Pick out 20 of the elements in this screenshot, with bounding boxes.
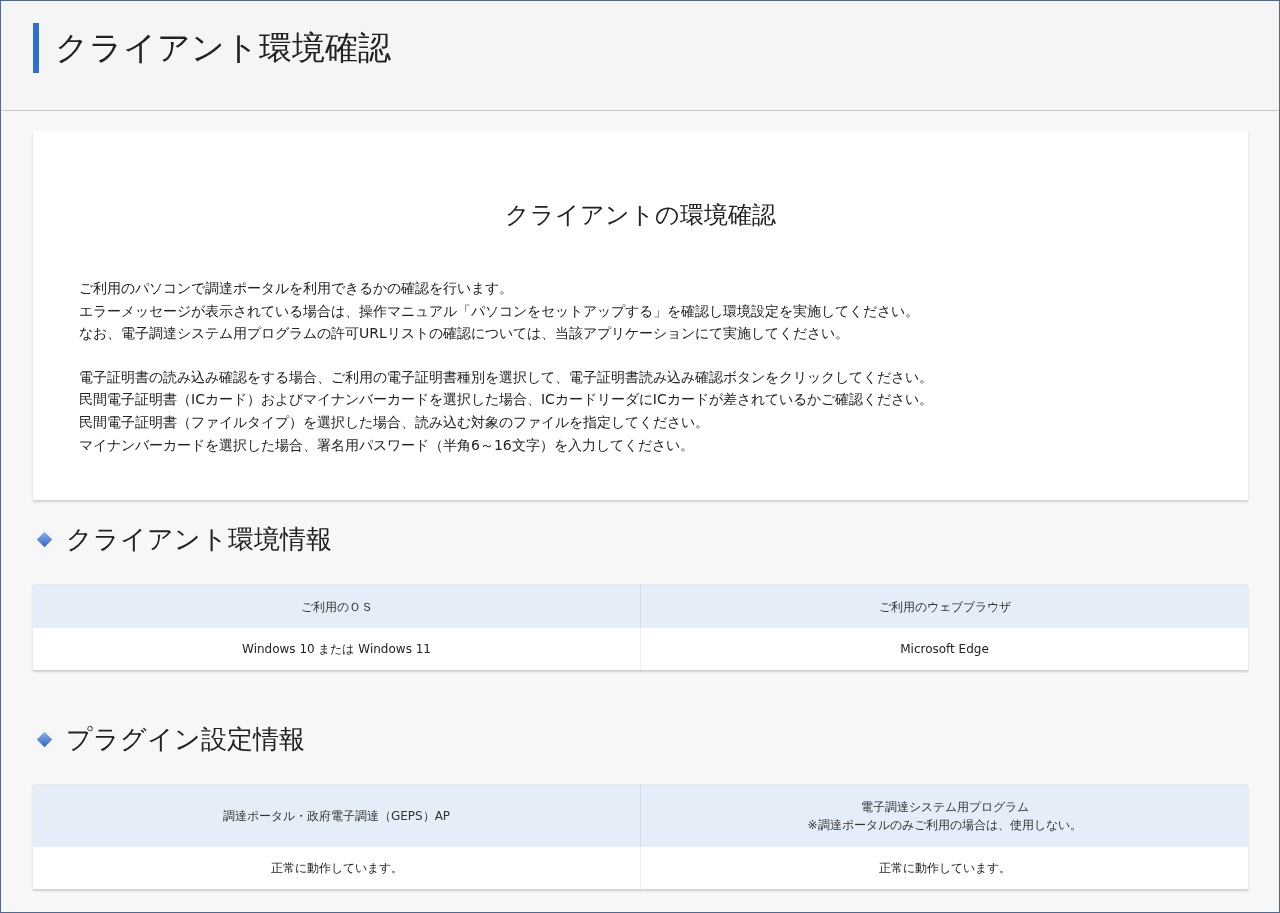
instruction-text: 民間電子証明書（ファイルタイプ）を選択した場合、読み込む対象のファイルを指定してください。 bbox=[79, 412, 709, 432]
card-title: クライアントの環境確認 bbox=[504, 200, 777, 231]
column-note: ※調達ポータルのみご利用の場合は、使用しない。 bbox=[806, 817, 1083, 835]
instruction-text: 電子証明書の読み込み確認をする場合、ご利用の電子証明書種別を選択して、電子証明書読み込み確認ボタンをクリックしてください。 bbox=[79, 367, 933, 387]
instruction-text: 民間電子証明書（ICカード）およびマイナンバーカードを選択した場合、ICカードリーダにICカードが差されているかご確認ください。 bbox=[79, 390, 933, 410]
instruction-text: エラーメッセージが表示されている場合は、操作マニュアル「パソコンをセットアップする」を確認し環境設定を実施してください。 bbox=[79, 301, 919, 321]
instruction-text: マイナンバーカードを選択した場合、署名用パスワード（半角6～16文字）を入力してください。 bbox=[79, 435, 694, 455]
instruction-text: なお、電子調達システム用プログラムの許可URLリストの確認については、当該アプリケーションにて実施してください。 bbox=[79, 324, 849, 344]
page-title: クライアント環境確認 bbox=[33, 23, 391, 73]
column-header: 電子調達システム用プログラム bbox=[859, 799, 1030, 817]
table-cell: 正常に動作しています。 bbox=[640, 847, 1248, 890]
column-header: ご利用のウェブブラウザ bbox=[877, 598, 1012, 616]
column-header: 調達ポータル・政府電子調達（GEPS）AP bbox=[221, 808, 452, 826]
section-title: プラグイン設定情報 bbox=[66, 723, 305, 757]
instruction-text: ご利用のパソコンで調達ポータルを利用できるかの確認を行います。 bbox=[79, 279, 513, 298]
table-cell: Windows 10 または Windows 11 bbox=[33, 628, 641, 671]
table-cell: 正常に動作しています。 bbox=[33, 847, 641, 890]
section-title: クライアント環境情報 bbox=[66, 523, 332, 557]
table-cell: Microsoft Edge bbox=[640, 628, 1248, 671]
column-header: ご利用のＯＳ bbox=[299, 598, 374, 616]
